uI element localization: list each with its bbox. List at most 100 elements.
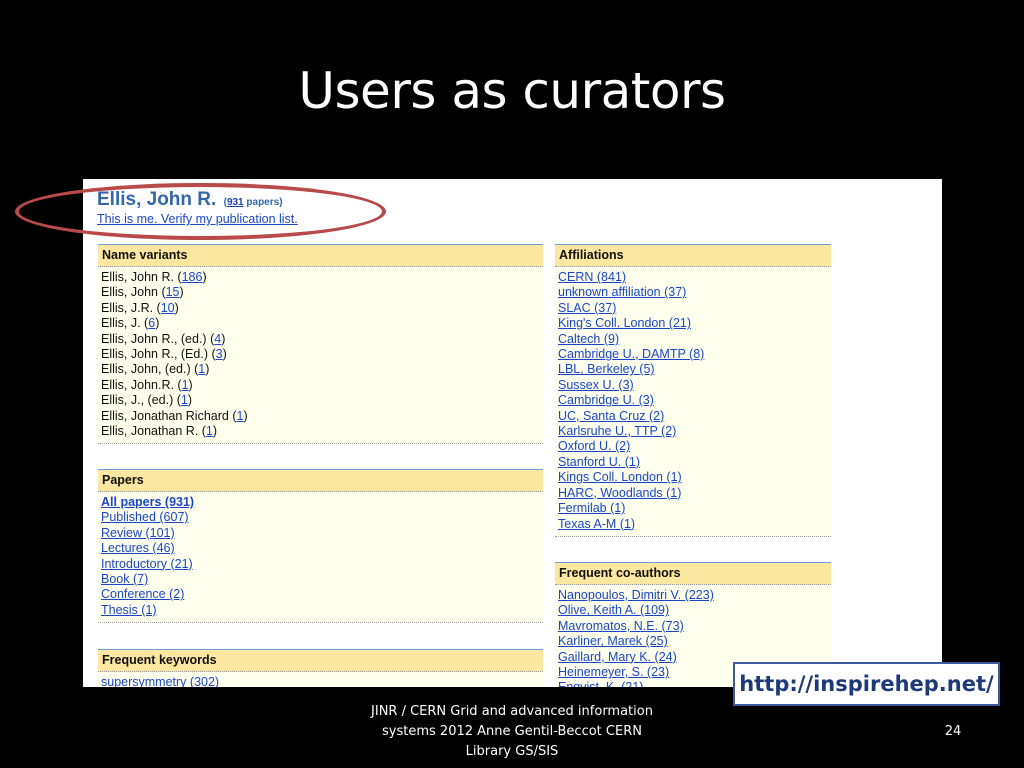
name-variant-row: Ellis, John, (ed.) (1) bbox=[101, 362, 540, 377]
affiliation-item[interactable]: UC, Santa Cruz (2) bbox=[558, 409, 828, 424]
papers-item-link[interactable]: Introductory (21) bbox=[101, 557, 193, 571]
name-variant-close: ) bbox=[202, 270, 207, 284]
affiliations-box: Affiliations CERN (841) unknown affiliati… bbox=[555, 244, 831, 537]
name-variant-row: Ellis, John (15) bbox=[101, 285, 540, 300]
affiliation-item-link[interactable]: Oxford U. (2) bbox=[558, 439, 630, 453]
affiliation-item-link[interactable]: Stanford U. (1) bbox=[558, 455, 640, 469]
affiliation-item-link[interactable]: LBL, Berkeley (5) bbox=[558, 362, 655, 376]
affiliation-item[interactable]: Cambridge U. (3) bbox=[558, 393, 828, 408]
name-variant-count-link[interactable]: 1 bbox=[181, 393, 188, 407]
name-variant-row: Ellis, John.R. (1) bbox=[101, 378, 540, 393]
papers-item[interactable]: Book (7) bbox=[101, 572, 540, 587]
affiliation-item[interactable]: HARC, Woodlands (1) bbox=[558, 486, 828, 501]
affiliation-item[interactable]: Fermilab (1) bbox=[558, 501, 828, 516]
papers-item[interactable]: All papers (931) bbox=[101, 495, 540, 510]
affiliation-item-link[interactable]: UC, Santa Cruz (2) bbox=[558, 409, 664, 423]
affiliation-item[interactable]: Sussex U. (3) bbox=[558, 378, 828, 393]
affiliations-header: Affiliations bbox=[555, 244, 831, 267]
name-variant-text: Ellis, John, (ed.) ( bbox=[101, 362, 199, 377]
papers-item-link[interactable]: All papers (931) bbox=[101, 495, 194, 509]
affiliation-item[interactable]: SLAC (37) bbox=[558, 301, 828, 316]
affiliation-item[interactable]: CERN (841) bbox=[558, 270, 828, 285]
affiliation-item-link[interactable]: Kings Coll. London (1) bbox=[558, 470, 682, 484]
papers-item-link[interactable]: Thesis (1) bbox=[101, 603, 157, 617]
papers-item-link[interactable]: Published (607) bbox=[101, 510, 189, 524]
coauthors-header: Frequent co-authors bbox=[555, 562, 831, 585]
affiliation-item-link[interactable]: Cambridge U., DAMTP (8) bbox=[558, 347, 704, 361]
affiliation-item[interactable]: Oxford U. (2) bbox=[558, 439, 828, 454]
affiliation-item-link[interactable]: Texas A-M (1) bbox=[558, 517, 635, 531]
coauthor-item-link[interactable]: Gaillard, Mary K. (24) bbox=[558, 650, 677, 664]
papers-item[interactable]: Lectures (46) bbox=[101, 541, 540, 556]
name-variant-text: Ellis, Jonathan R. ( bbox=[101, 424, 206, 439]
affiliation-item-link[interactable]: SLAC (37) bbox=[558, 301, 616, 315]
name-variant-text: Ellis, John R., (Ed.) ( bbox=[101, 347, 216, 362]
affiliation-item-link[interactable]: Karlsruhe U., TTP (2) bbox=[558, 424, 676, 438]
papers-list: All papers (931) Published (607) Review (1… bbox=[98, 492, 543, 624]
affiliation-item[interactable]: LBL, Berkeley (5) bbox=[558, 362, 828, 377]
coauthor-item-link[interactable]: Olive, Keith A. (109) bbox=[558, 603, 669, 617]
affiliations-list: CERN (841) unknown affiliation (37) SLAC (… bbox=[555, 267, 831, 537]
name-variant-count-link[interactable]: 1 bbox=[182, 378, 189, 392]
affiliation-item-link[interactable]: King's Coll. London (21) bbox=[558, 316, 691, 330]
papers-item-link[interactable]: Book (7) bbox=[101, 572, 148, 586]
name-variant-text: Ellis, John ( bbox=[101, 285, 166, 300]
affiliation-item[interactable]: Kings Coll. London (1) bbox=[558, 470, 828, 485]
coauthor-item-link[interactable]: Mavromatos, N.E. (73) bbox=[558, 619, 684, 633]
affiliation-item[interactable]: Karlsruhe U., TTP (2) bbox=[558, 424, 828, 439]
affiliation-item-link[interactable]: unknown affiliation (37) bbox=[558, 285, 686, 299]
papers-item-link[interactable]: Conference (2) bbox=[101, 587, 184, 601]
name-variant-text: Ellis, J., (ed.) ( bbox=[101, 393, 181, 408]
name-variant-close: ) bbox=[205, 362, 210, 377]
name-variant-close: ) bbox=[179, 285, 184, 300]
name-variant-row: Ellis, Jonathan R. (1) bbox=[101, 424, 540, 439]
affiliation-item[interactable]: Stanford U. (1) bbox=[558, 455, 828, 470]
name-variant-close: ) bbox=[188, 377, 193, 392]
coauthor-item-link[interactable]: Karliner, Marek (25) bbox=[558, 634, 668, 648]
coauthor-item-link[interactable]: Enqvist, K. (21) bbox=[558, 680, 643, 687]
affiliation-item[interactable]: Caltech (9) bbox=[558, 332, 828, 347]
highlight-ellipse bbox=[15, 183, 386, 240]
affiliation-item[interactable]: unknown affiliation (37) bbox=[558, 285, 828, 300]
keywords-header: Frequent keywords bbox=[98, 649, 543, 672]
name-variant-count-link[interactable]: 15 bbox=[166, 285, 180, 299]
name-variant-close: ) bbox=[221, 331, 226, 346]
name-variant-text: Ellis, Jonathan Richard ( bbox=[101, 408, 237, 423]
papers-item-link[interactable]: Review (101) bbox=[101, 526, 175, 540]
name-variant-text: Ellis, John R. ( bbox=[101, 270, 182, 284]
footer-line-2: systems 2012 Anne Gentil-Beccot CERN bbox=[382, 724, 642, 739]
affiliation-item-link[interactable]: Fermilab (1) bbox=[558, 501, 625, 515]
coauthor-item-link[interactable]: Nanopoulos, Dimitri V. (223) bbox=[558, 588, 714, 602]
name-variant-count-link[interactable]: 1 bbox=[206, 424, 213, 438]
affiliation-item-link[interactable]: Caltech (9) bbox=[558, 332, 619, 346]
affiliation-item-link[interactable]: HARC, Woodlands (1) bbox=[558, 486, 681, 500]
coauthor-item-link[interactable]: Heinemeyer, S. (23) bbox=[558, 665, 669, 679]
papers-item[interactable]: Published (607) bbox=[101, 510, 540, 525]
name-variant-text: Ellis, J. ( bbox=[101, 316, 149, 331]
affiliation-item-link[interactable]: CERN (841) bbox=[558, 270, 626, 284]
keyword-item[interactable]: supersymmetry (302) bbox=[101, 675, 540, 687]
name-variant-count-link[interactable]: 3 bbox=[216, 347, 223, 361]
papers-item[interactable]: Introductory (21) bbox=[101, 557, 540, 572]
keyword-item-link[interactable]: supersymmetry (302) bbox=[101, 675, 219, 687]
keywords-list: supersymmetry (302) bbox=[98, 672, 543, 687]
affiliation-item-link[interactable]: Cambridge U. (3) bbox=[558, 393, 654, 407]
coauthor-item[interactable]: Karliner, Marek (25) bbox=[558, 634, 828, 649]
name-variant-count-link[interactable]: 186 bbox=[182, 270, 203, 284]
name-variant-row: Ellis, John R. (186) bbox=[101, 270, 540, 285]
papers-item[interactable]: Review (101) bbox=[101, 526, 540, 541]
affiliation-item[interactable]: Cambridge U., DAMTP (8) bbox=[558, 347, 828, 362]
url-callout[interactable]: http://inspirehep.net/ bbox=[733, 662, 1000, 706]
papers-item-link[interactable]: Lectures (46) bbox=[101, 541, 175, 555]
footer-line-3: Library GS/SIS bbox=[465, 744, 559, 759]
slide-footer: JINR / CERN Grid and advanced informatio… bbox=[312, 702, 712, 762]
name-variant-count-link[interactable]: 10 bbox=[161, 301, 175, 315]
papers-item[interactable]: Conference (2) bbox=[101, 587, 540, 602]
coauthor-item[interactable]: Nanopoulos, Dimitri V. (223) bbox=[558, 588, 828, 603]
affiliation-item[interactable]: Texas A-M (1) bbox=[558, 517, 828, 532]
affiliation-item-link[interactable]: Sussex U. (3) bbox=[558, 378, 634, 392]
coauthor-item[interactable]: Mavromatos, N.E. (73) bbox=[558, 619, 828, 634]
coauthor-item[interactable]: Olive, Keith A. (109) bbox=[558, 603, 828, 618]
affiliation-item[interactable]: King's Coll. London (21) bbox=[558, 316, 828, 331]
papers-item[interactable]: Thesis (1) bbox=[101, 603, 540, 618]
